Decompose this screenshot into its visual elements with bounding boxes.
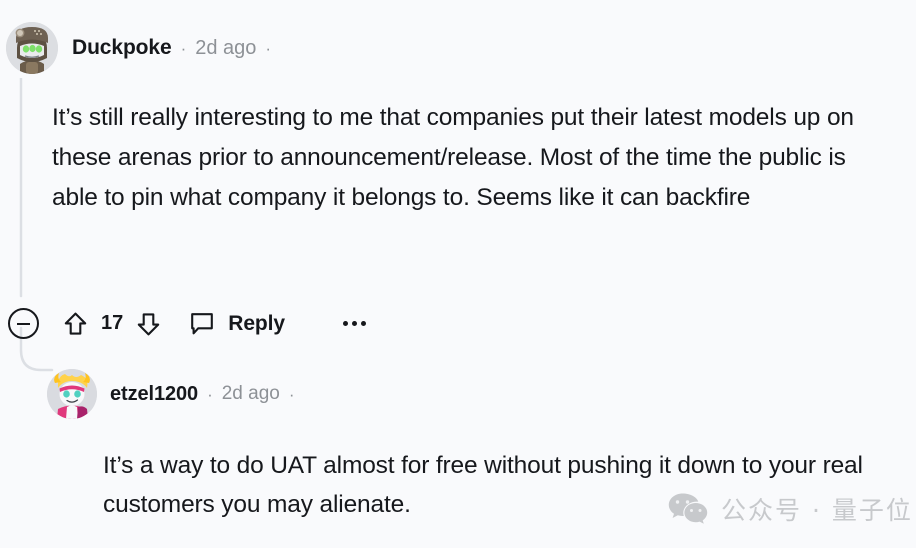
meta-separator: · xyxy=(180,38,187,58)
reply-button[interactable]: Reply xyxy=(189,311,285,337)
wechat-icon xyxy=(668,492,708,526)
comment-header-parent: Duckpoke · 2d ago · xyxy=(6,22,271,74)
downvote-button[interactable] xyxy=(136,311,161,337)
comment-timestamp: 2d ago xyxy=(195,36,257,59)
comment-meta-parent: Duckpoke · 2d ago · xyxy=(72,36,271,60)
comment-bubble-icon xyxy=(189,311,215,337)
meta-separator-trailing: · xyxy=(288,384,295,404)
meta-separator-trailing: · xyxy=(265,38,272,58)
dot-icon xyxy=(360,321,366,326)
avatar-etzel1200[interactable] xyxy=(47,369,97,419)
upvote-button[interactable] xyxy=(63,311,88,337)
comment-author[interactable]: etzel1200 xyxy=(110,383,198,406)
comment-author[interactable]: Duckpoke xyxy=(72,36,172,60)
minus-icon xyxy=(17,322,30,325)
watermark-text: 公众号 · 量子位 xyxy=(721,496,913,525)
comment-thread-screenshot: Duckpoke · 2d ago · It’s still really in… xyxy=(0,0,916,548)
meta-separator: · xyxy=(207,384,213,404)
dot-icon xyxy=(342,321,348,326)
reply-label: Reply xyxy=(228,311,285,335)
collapse-thread-button[interactable] xyxy=(8,308,39,339)
watermark: 公众号 · 量子位 xyxy=(668,491,913,527)
comment-body-parent: It’s still really interesting to me that… xyxy=(52,104,854,211)
avatar-duckpoke[interactable] xyxy=(6,22,58,74)
more-options-button[interactable] xyxy=(342,321,366,326)
comment-action-bar: 17 Reply xyxy=(8,308,366,339)
vote-group: 17 xyxy=(63,311,161,337)
comment-meta-child: etzel1200 · 2d ago · xyxy=(110,383,295,406)
comment-header-child: etzel1200 · 2d ago · xyxy=(47,369,295,419)
vote-score: 17 xyxy=(101,312,124,334)
dot-icon xyxy=(351,321,357,326)
comment-timestamp: 2d ago xyxy=(221,383,280,404)
